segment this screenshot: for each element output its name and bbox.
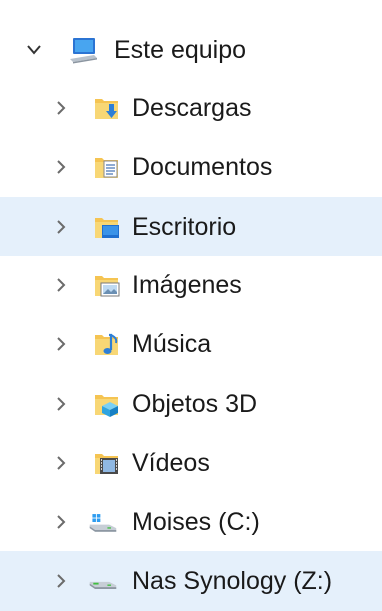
chevron-right-icon[interactable]	[50, 570, 72, 592]
downloads-folder-icon	[92, 93, 122, 123]
chevron-right-icon[interactable]	[50, 156, 72, 178]
music-folder-icon	[92, 329, 122, 359]
tree-item-label: Imágenes	[132, 271, 242, 299]
tree-item-nas-synology-z[interactable]: Nas Synology (Z:)	[0, 551, 382, 611]
documents-folder-icon	[92, 152, 122, 182]
tree-item-label: Documentos	[132, 153, 273, 181]
tree-item-escritorio[interactable]: Escritorio	[0, 197, 382, 256]
tree-item-label: Objetos 3D	[132, 390, 258, 418]
chevron-right-icon[interactable]	[50, 216, 72, 238]
network-drive-icon	[88, 566, 118, 596]
tree-item-este-equipo[interactable]: Este equipo	[0, 22, 382, 78]
tree-item-label: Moises (C:)	[132, 508, 260, 536]
desktop-folder-icon	[92, 212, 122, 242]
chevron-right-icon[interactable]	[50, 333, 72, 355]
tree-item-descargas[interactable]: Descargas	[0, 80, 382, 136]
tree-item-label: Música	[132, 330, 212, 358]
navigation-tree: Este equipo Descargas Documentos Escrito…	[0, 0, 382, 611]
videos-folder-icon	[92, 448, 122, 478]
tree-item-label: Este equipo	[114, 36, 247, 64]
chevron-right-icon[interactable]	[50, 97, 72, 119]
tree-item-documentos[interactable]: Documentos	[0, 139, 382, 195]
tree-item-moises-c[interactable]: Moises (C:)	[0, 494, 382, 550]
pictures-folder-icon	[92, 270, 122, 300]
tree-item-label: Nas Synology (Z:)	[132, 567, 333, 595]
3d-objects-folder-icon	[92, 389, 122, 419]
chevron-right-icon[interactable]	[50, 511, 72, 533]
tree-item-label: Vídeos	[132, 449, 210, 477]
chevron-right-icon[interactable]	[50, 452, 72, 474]
chevron-down-icon[interactable]	[23, 39, 45, 61]
tree-item-musica[interactable]: Música	[0, 316, 382, 372]
tree-item-videos[interactable]: Vídeos	[0, 435, 382, 491]
tree-item-objetos-3d[interactable]: Objetos 3D	[0, 376, 382, 432]
tree-item-label: Escritorio	[132, 212, 237, 241]
chevron-right-icon[interactable]	[50, 393, 72, 415]
windows-drive-icon	[88, 507, 118, 537]
computer-icon	[68, 35, 98, 65]
tree-item-label: Descargas	[132, 94, 252, 122]
tree-item-imagenes[interactable]: Imágenes	[0, 257, 382, 313]
chevron-right-icon[interactable]	[50, 274, 72, 296]
